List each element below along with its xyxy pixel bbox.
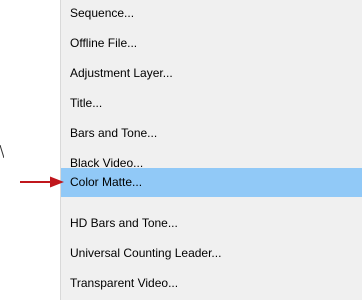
menu-item-bars-and-tone[interactable]: Bars and Tone... (61, 120, 362, 146)
cropped-edge-mark (0, 145, 4, 158)
menu-item-sequence[interactable]: Sequence... (61, 0, 362, 26)
menu-item-transparent-video[interactable]: Transparent Video... (61, 270, 362, 296)
menu-item-hd-bars-and-tone[interactable]: HD Bars and Tone... (61, 210, 362, 236)
menu-item-adjustment-layer[interactable]: Adjustment Layer... (61, 60, 362, 86)
menu-item-offline-file[interactable]: Offline File... (61, 30, 362, 56)
menu-item-color-matte[interactable]: Color Matte... (61, 168, 362, 197)
new-item-context-menu: Sequence... Offline File... Adjustment L… (60, 0, 362, 300)
menu-item-title[interactable]: Title... (61, 90, 362, 116)
menu-item-universal-counting-leader[interactable]: Universal Counting Leader... (61, 240, 362, 266)
